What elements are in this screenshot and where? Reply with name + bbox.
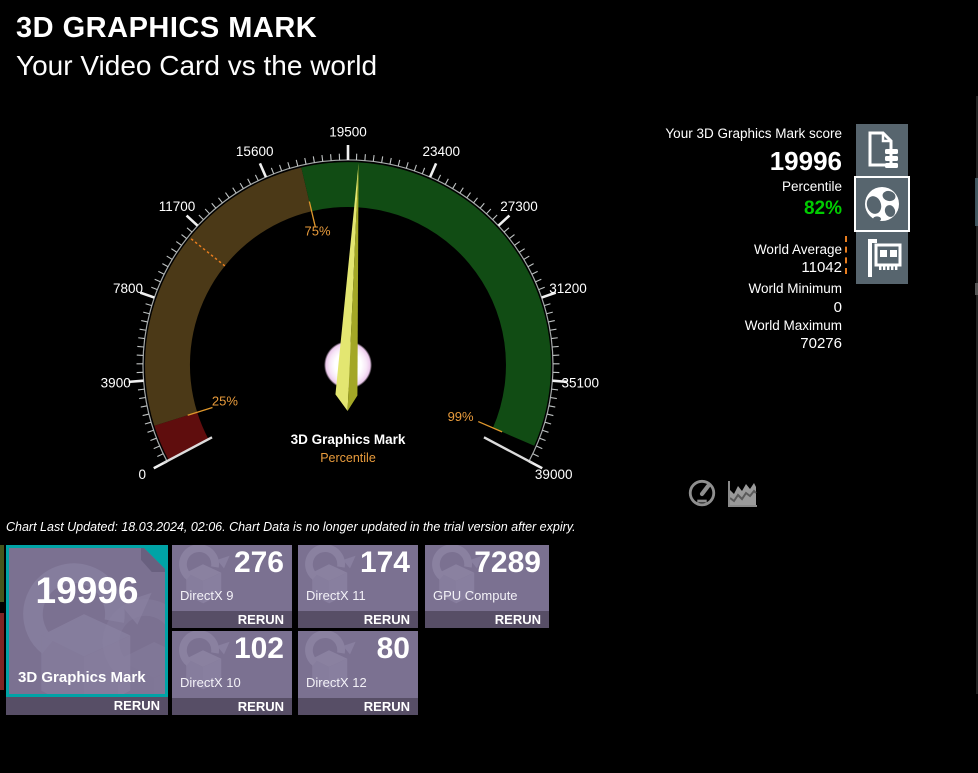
svg-text:0: 0 xyxy=(139,467,147,482)
tile-label: 3D Graphics Mark xyxy=(18,669,146,686)
svg-text:15600: 15600 xyxy=(236,144,274,159)
percentile-value: 82% xyxy=(803,198,842,219)
svg-text:27300: 27300 xyxy=(500,199,538,214)
rerun-button[interactable]: RERUN xyxy=(172,611,292,628)
rerun-label: RERUN xyxy=(237,612,284,627)
world-minimum-label: World Minimum xyxy=(748,281,842,296)
percentile-heading: Percentile xyxy=(781,179,842,194)
tile-3d-graphics-mark[interactable]: 19996 3D Graphics Mark RERUN xyxy=(6,545,168,715)
tile-score: 80 xyxy=(376,632,410,665)
world-average-label: World Average xyxy=(753,242,842,257)
svg-text:39000: 39000 xyxy=(535,467,573,482)
world-minimum-value: 0 xyxy=(833,299,842,316)
svg-text:11700: 11700 xyxy=(159,199,196,214)
tile-label: DirectX 10 xyxy=(180,675,241,690)
tile-body: 19996 3D Graphics Mark xyxy=(6,545,168,697)
tile-label: DirectX 12 xyxy=(306,675,367,690)
rerun-button[interactable]: RERUN xyxy=(298,611,418,628)
tile-label: DirectX 9 xyxy=(180,588,234,603)
area-chart-view-icon[interactable] xyxy=(724,478,760,510)
svg-text:99%: 99% xyxy=(448,409,474,424)
tile-directx-9[interactable]: 276 DirectX 9 RERUN xyxy=(172,545,292,628)
page-subtitle: Your Video Card vs the world xyxy=(16,50,378,81)
svg-text:7800: 7800 xyxy=(113,281,143,296)
svg-text:35100: 35100 xyxy=(562,375,600,390)
rerun-label: RERUN xyxy=(113,698,160,713)
rerun-label: RERUN xyxy=(237,699,284,714)
rerun-button[interactable]: RERUN xyxy=(298,698,418,715)
adjacent-tile-edge-green xyxy=(0,545,4,602)
world-average-indicator-line xyxy=(845,236,847,274)
tile-score: 276 xyxy=(233,546,284,579)
score-value: 19996 xyxy=(769,146,842,176)
tile-label: GPU Compute xyxy=(433,588,518,603)
percentile-gauge: 0 3900 7800 11700 15600 19500 23400 27300 31200 3… xyxy=(101,125,600,482)
page-title: 3D GRAPHICS MARK xyxy=(16,12,318,44)
tile-score: 174 xyxy=(359,546,410,579)
svg-text:75%: 75% xyxy=(304,224,330,239)
svg-text:23400: 23400 xyxy=(423,144,461,159)
score-summary-panel: Your 3D Graphics Mark score 19996 Percen… xyxy=(640,0,842,420)
svg-text:25%: 25% xyxy=(212,393,238,408)
world-average-value: 11042 xyxy=(801,259,842,276)
rerun-label: RERUN xyxy=(363,699,410,714)
performance-test-window: 3D GRAPHICS MARK Your Video Card vs the … xyxy=(0,0,978,773)
tile-score: 19996 xyxy=(35,570,139,611)
world-maximum-value: 70276 xyxy=(800,335,842,352)
tile-score: 7289 xyxy=(474,546,541,579)
rerun-button[interactable]: RERUN xyxy=(172,698,292,715)
svg-text:31200: 31200 xyxy=(549,281,587,296)
tile-directx-10[interactable]: 102 DirectX 10 RERUN xyxy=(172,631,292,715)
rerun-button[interactable]: RERUN xyxy=(425,611,549,628)
rerun-button[interactable]: RERUN xyxy=(6,697,168,715)
globe-icon[interactable] xyxy=(856,178,908,230)
tile-score: 102 xyxy=(233,632,284,665)
world-maximum-label: World Maximum xyxy=(744,318,842,333)
score-heading: Your 3D Graphics Mark score xyxy=(665,126,842,141)
svg-text:3D Graphics Mark: 3D Graphics Mark xyxy=(291,432,406,447)
report-icon[interactable] xyxy=(856,124,908,176)
chart-last-updated-note: Chart Last Updated: 18.03.2024, 02:06. C… xyxy=(6,520,576,534)
rerun-label: RERUN xyxy=(494,612,541,627)
svg-text:3900: 3900 xyxy=(101,375,131,390)
gpu-card-icon[interactable] xyxy=(856,232,908,284)
tile-directx-12[interactable]: 80 DirectX 12 RERUN xyxy=(298,631,418,715)
rerun-label: RERUN xyxy=(363,612,410,627)
tile-directx-11[interactable]: 174 DirectX 11 RERUN xyxy=(298,545,418,628)
tile-gpu-compute[interactable]: 7289 GPU Compute RERUN xyxy=(425,545,549,628)
tile-label: DirectX 11 xyxy=(306,588,366,603)
svg-text:Percentile: Percentile xyxy=(320,451,376,465)
adjacent-tile-edge-red xyxy=(0,613,4,690)
svg-text:19500: 19500 xyxy=(329,125,367,140)
gauge-view-icon[interactable] xyxy=(686,477,718,511)
